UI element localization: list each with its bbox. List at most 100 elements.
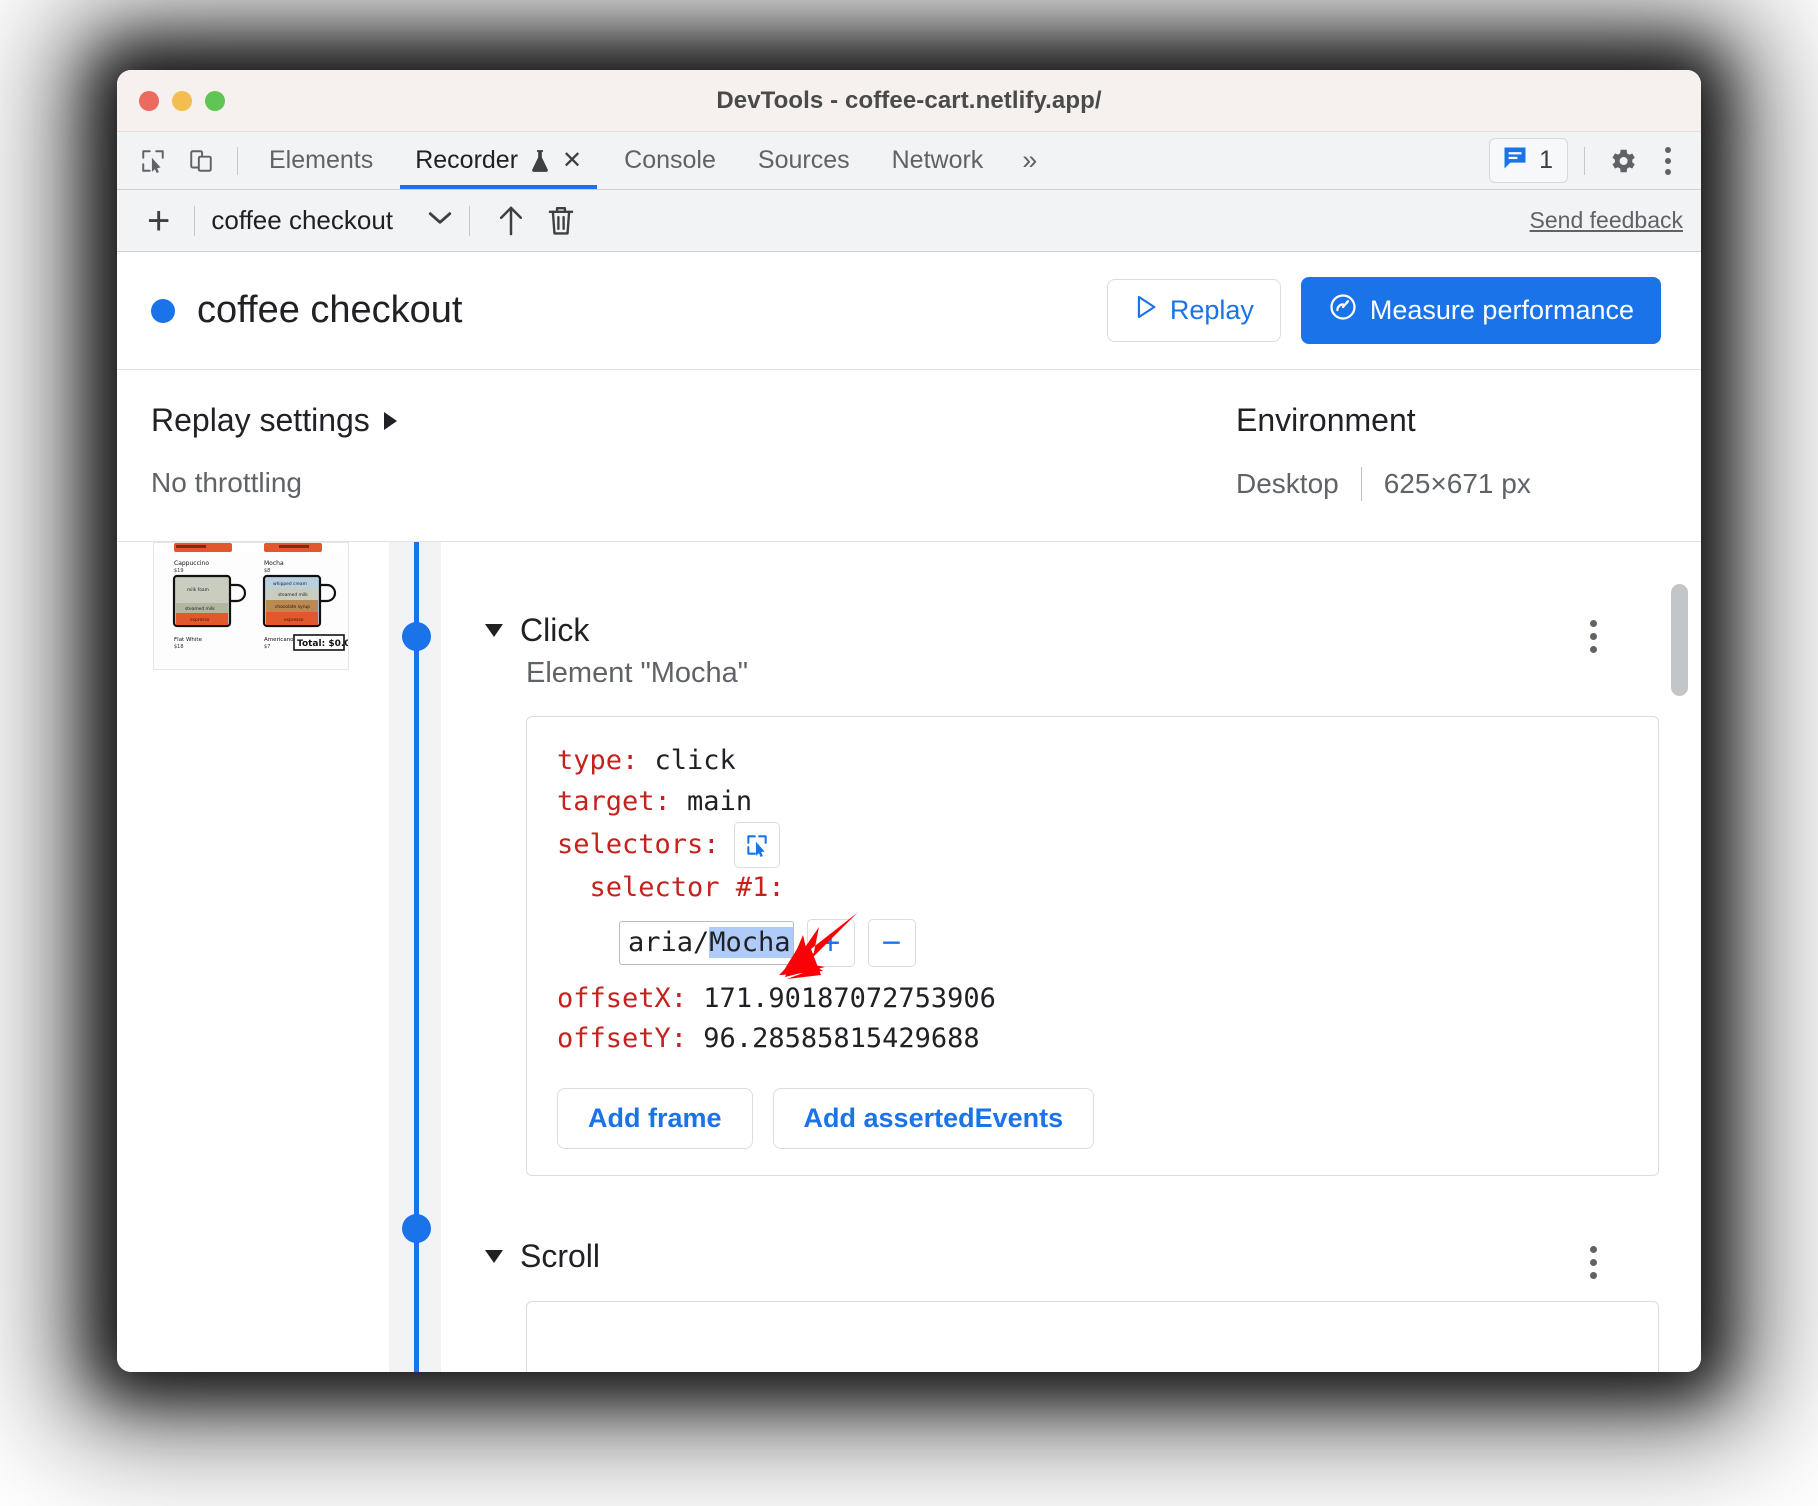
code-key-type: type: <box>557 745 639 776</box>
replay-settings-section: Replay settings No throttling <box>151 370 1236 541</box>
tab-network[interactable]: Network <box>871 132 1005 189</box>
add-asserted-events-button[interactable]: Add assertedEvents <box>772 1087 1095 1149</box>
steps-timeline <box>389 542 441 1372</box>
message-badge[interactable]: 1 <box>1489 138 1568 183</box>
steps-list: Click Element "Mocha" type: click target… <box>441 542 1701 1372</box>
code-key-offsetx: offsetX: <box>557 982 688 1014</box>
svg-text:espresso: espresso <box>190 617 210 623</box>
timeline-dot-click[interactable] <box>402 622 431 651</box>
recording-selector[interactable]: coffee checkout <box>211 205 453 236</box>
inspect-element-icon[interactable] <box>131 139 175 183</box>
create-recording-button[interactable]: + <box>139 201 178 241</box>
svg-text:Total: $0.00: Total: $0.00 <box>297 639 349 649</box>
step-scroll-menu-icon[interactable] <box>1580 1240 1607 1285</box>
remove-selector-button[interactable]: − <box>867 918 916 967</box>
tabbar-right-divider <box>1584 146 1585 175</box>
tab-network-label: Network <box>891 146 984 174</box>
step-click-subtitle: Element "Mocha" <box>526 657 749 689</box>
code-key-target: target: <box>557 785 671 817</box>
tab-recorder-label: Recorder <box>415 146 519 174</box>
recording-name-label: coffee checkout <box>211 205 394 235</box>
toolbar-divider-2 <box>469 205 471 236</box>
svg-text:Mocha: Mocha <box>264 560 284 567</box>
tab-sources-label: Sources <box>757 146 850 174</box>
code-value-type: click <box>638 745 736 776</box>
tabbar-right-icons: 1 <box>1489 132 1701 189</box>
environment-divider <box>1360 467 1362 501</box>
status-badge <box>151 298 175 323</box>
environment-viewport: 625×671 px <box>1383 468 1531 499</box>
selector-row: aria/Mocha + − <box>619 918 1628 967</box>
devtools-tabbar: Elements Recorder ✕ Console Sources Netw… <box>117 132 1701 190</box>
tabbar-left-icons <box>117 132 248 189</box>
chevron-down-icon <box>427 209 453 232</box>
header-actions: Replay Measure performance <box>1106 277 1661 344</box>
message-count: 1 <box>1539 146 1553 174</box>
svg-text:$7: $7 <box>264 644 270 650</box>
selector-input[interactable]: aria/Mocha <box>619 920 794 965</box>
screenshot-root: DevTools - coffee-cart.netlify.app/ Elem… <box>0 0 1818 1506</box>
chevron-right-icon <box>383 411 397 430</box>
code-key-offsety: offsetY: <box>557 1023 688 1054</box>
tab-console[interactable]: Console <box>603 132 737 189</box>
play-icon <box>1134 294 1158 327</box>
svg-text:whipped cream: whipped cream <box>273 581 307 587</box>
steps-scrollbar[interactable] <box>1671 558 1688 1372</box>
more-tabs-button[interactable]: » <box>1004 132 1053 189</box>
step-scroll-details <box>526 1300 1659 1372</box>
code-value-target: main <box>670 785 753 817</box>
tabbar-divider <box>237 146 238 175</box>
chevron-down-icon <box>485 1249 503 1263</box>
code-line-offsetx: offsetX: 171.90187072753906 <box>557 979 1628 1020</box>
step-scroll-header[interactable]: Scroll <box>485 1238 1701 1275</box>
gear-icon[interactable] <box>1601 139 1645 183</box>
recording-title-text: coffee checkout <box>197 289 463 331</box>
step-click: Click Element "Mocha" type: click target… <box>485 612 1701 1176</box>
measure-performance-label: Measure performance <box>1369 295 1634 325</box>
tab-elements[interactable]: Elements <box>248 132 394 189</box>
replay-button[interactable]: Replay <box>1106 279 1281 342</box>
code-line-type: type: click <box>557 741 1628 782</box>
environment-section: Environment Desktop 625×671 px <box>1236 370 1531 541</box>
svg-text:chocolate syrup: chocolate syrup <box>275 604 310 610</box>
svg-text:espresso: espresso <box>284 617 304 623</box>
step-click-menu-icon[interactable] <box>1580 614 1607 659</box>
export-icon[interactable] <box>486 204 536 238</box>
svg-text:Cappuccino: Cappuccino <box>174 560 209 567</box>
send-feedback-link[interactable]: Send feedback <box>1530 207 1683 234</box>
trash-icon[interactable] <box>536 204 586 238</box>
close-recorder-tab-icon[interactable]: ✕ <box>562 148 582 173</box>
svg-text:steamed milk: steamed milk <box>278 592 308 598</box>
measure-performance-button[interactable]: Measure performance <box>1300 277 1661 344</box>
tab-elements-label: Elements <box>269 146 374 174</box>
step-click-add-buttons: Add frame Add assertedEvents <box>557 1087 1628 1149</box>
recording-header: coffee checkout Replay Measure performan… <box>117 252 1701 370</box>
code-key-selector-1: selector #1: <box>557 872 785 903</box>
recorder-toolbar: + coffee checkout Send feedback <box>117 190 1701 252</box>
timeline-dot-scroll[interactable] <box>402 1214 431 1243</box>
devtools-window: DevTools - coffee-cart.netlify.app/ Elem… <box>117 70 1701 1372</box>
step-click-header[interactable]: Click <box>485 612 1701 649</box>
toolbar-divider-1 <box>194 205 196 236</box>
svg-text:$18: $18 <box>174 644 184 650</box>
add-frame-button[interactable]: Add frame <box>557 1087 753 1149</box>
environment-values: Desktop 625×671 px <box>1236 467 1531 501</box>
performance-gauge-icon <box>1328 292 1358 329</box>
steps-area: Cappuccino $19 Mocha $8 milk foam steame… <box>117 542 1701 1372</box>
step-scroll: Scroll <box>485 1238 1701 1372</box>
environment-label: Environment <box>1236 402 1416 438</box>
tab-sources[interactable]: Sources <box>737 132 871 189</box>
svg-text:$19: $19 <box>174 568 184 574</box>
annotation-arrow-icon <box>773 905 861 988</box>
settings-row: Replay settings No throttling Environmen… <box>117 370 1701 542</box>
replay-settings-toggle[interactable]: Replay settings <box>151 402 1236 439</box>
svg-text:steamed milk: steamed milk <box>185 606 215 612</box>
tab-recorder[interactable]: Recorder ✕ <box>394 132 603 189</box>
steps-scrollbar-thumb[interactable] <box>1671 584 1688 696</box>
device-toolbar-icon[interactable] <box>179 139 223 183</box>
select-element-picker-icon[interactable] <box>733 822 780 868</box>
code-line-offsety: offsetY: 96.28585815429688 <box>557 1019 1628 1060</box>
step-screenshot-thumbnail[interactable]: Cappuccino $19 Mocha $8 milk foam steame… <box>153 542 349 670</box>
kebab-menu-icon[interactable] <box>1651 139 1685 183</box>
screenshot-column: Cappuccino $19 Mocha $8 milk foam steame… <box>117 542 389 1372</box>
